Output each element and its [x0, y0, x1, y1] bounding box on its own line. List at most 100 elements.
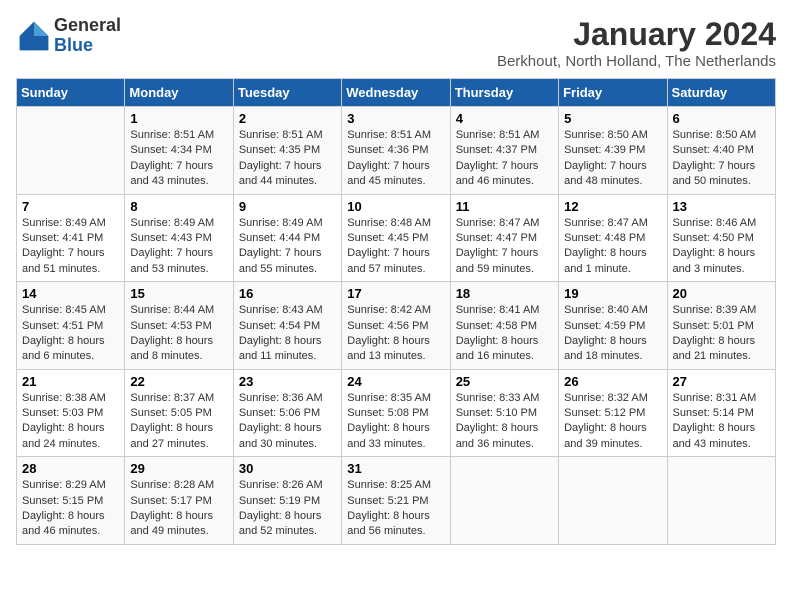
- day-number: 11: [456, 199, 553, 214]
- day-info: Sunrise: 8:49 AMSunset: 4:41 PMDaylight:…: [22, 216, 119, 278]
- calendar-cell: 27 Sunrise: 8:31 AMSunset: 5:14 PMDayligh…: [667, 369, 775, 457]
- logo-text: General Blue: [54, 16, 121, 56]
- day-number: 28: [22, 461, 119, 476]
- day-info: Sunrise: 8:32 AMSunset: 5:12 PMDaylight:…: [564, 391, 661, 453]
- day-info: Sunrise: 8:36 AMSunset: 5:06 PMDaylight:…: [239, 391, 336, 453]
- calendar-cell: 16 Sunrise: 8:43 AMSunset: 4:54 PMDayligh…: [233, 282, 341, 370]
- day-info: Sunrise: 8:25 AMSunset: 5:21 PMDaylight:…: [347, 478, 444, 540]
- calendar-cell: 9 Sunrise: 8:49 AMSunset: 4:44 PMDaylight…: [233, 194, 341, 282]
- day-number: 13: [673, 199, 770, 214]
- day-number: 31: [347, 461, 444, 476]
- day-number: 2: [239, 111, 336, 126]
- day-info: Sunrise: 8:41 AMSunset: 4:58 PMDaylight:…: [456, 303, 553, 365]
- calendar-cell: 11Sunrise: 8:47 AMSunset: 4:47 PMDayligh…: [450, 194, 558, 282]
- title-block: January 2024 Berkhout, North Holland, Th…: [497, 16, 776, 70]
- logo-blue: Blue: [54, 36, 121, 56]
- weekday-header: Wednesday: [342, 79, 450, 107]
- calendar-cell: 15 Sunrise: 8:44 AMSunset: 4:53 PMDayligh…: [125, 282, 233, 370]
- calendar-cell: 29 Sunrise: 8:28 AMSunset: 5:17 PMDayligh…: [125, 457, 233, 545]
- day-number: 8: [130, 199, 227, 214]
- day-info: Sunrise: 8:38 AMSunset: 5:03 PMDaylight:…: [22, 391, 119, 453]
- calendar-cell: 5Sunrise: 8:50 AMSunset: 4:39 PMDaylight…: [559, 107, 667, 195]
- page-header: General Blue January 2024 Berkhout, Nort…: [16, 16, 776, 70]
- calendar-cell: 30Sunrise: 8:26 AMSunset: 5:19 PMDayligh…: [233, 457, 341, 545]
- calendar-cell: [17, 107, 125, 195]
- day-info: Sunrise: 8:46 AMSunset: 4:50 PMDaylight:…: [673, 216, 770, 278]
- day-info: Sunrise: 8:49 AMSunset: 4:43 PMDaylight:…: [130, 216, 227, 278]
- logo: General Blue: [16, 16, 121, 56]
- day-number: 16: [239, 286, 336, 301]
- weekday-header: Tuesday: [233, 79, 341, 107]
- logo-general: General: [54, 16, 121, 36]
- calendar-cell: 1 Sunrise: 8:51 AMSunset: 4:34 PMDaylight…: [125, 107, 233, 195]
- day-info: Sunrise: 8:29 AMSunset: 5:15 PMDaylight:…: [22, 478, 119, 540]
- day-info: Sunrise: 8:44 AMSunset: 4:53 PMDaylight:…: [130, 303, 227, 365]
- calendar-cell: 6Sunrise: 8:50 AMSunset: 4:40 PMDaylight…: [667, 107, 775, 195]
- day-number: 6: [673, 111, 770, 126]
- day-info: Sunrise: 8:26 AMSunset: 5:19 PMDaylight:…: [239, 478, 336, 540]
- calendar-cell: 24Sunrise: 8:35 AMSunset: 5:08 PMDayligh…: [342, 369, 450, 457]
- calendar-week-row: 28 Sunrise: 8:29 AMSunset: 5:15 PMDayligh…: [17, 457, 776, 545]
- day-info: Sunrise: 8:51 AMSunset: 4:34 PMDaylight:…: [130, 128, 227, 190]
- calendar-cell: 14 Sunrise: 8:45 AMSunset: 4:51 PMDayligh…: [17, 282, 125, 370]
- calendar-table: SundayMondayTuesdayWednesdayThursdayFrid…: [16, 78, 776, 545]
- day-info: Sunrise: 8:51 AMSunset: 4:35 PMDaylight:…: [239, 128, 336, 190]
- day-number: 21: [22, 374, 119, 389]
- day-number: 9: [239, 199, 336, 214]
- calendar-cell: 10Sunrise: 8:48 AMSunset: 4:45 PMDayligh…: [342, 194, 450, 282]
- day-number: 12: [564, 199, 661, 214]
- calendar-header: SundayMondayTuesdayWednesdayThursdayFrid…: [17, 79, 776, 107]
- day-info: Sunrise: 8:28 AMSunset: 5:17 PMDaylight:…: [130, 478, 227, 540]
- calendar-cell: [450, 457, 558, 545]
- calendar-title: January 2024: [497, 16, 776, 53]
- day-info: Sunrise: 8:51 AMSunset: 4:36 PMDaylight:…: [347, 128, 444, 190]
- calendar-week-row: 21 Sunrise: 8:38 AMSunset: 5:03 PMDayligh…: [17, 369, 776, 457]
- calendar-cell: 31 Sunrise: 8:25 AMSunset: 5:21 PMDayligh…: [342, 457, 450, 545]
- calendar-cell: 18 Sunrise: 8:41 AMSunset: 4:58 PMDayligh…: [450, 282, 558, 370]
- day-info: Sunrise: 8:48 AMSunset: 4:45 PMDaylight:…: [347, 216, 444, 278]
- calendar-cell: [667, 457, 775, 545]
- day-number: 22: [130, 374, 227, 389]
- calendar-cell: 22 Sunrise: 8:37 AMSunset: 5:05 PMDayligh…: [125, 369, 233, 457]
- calendar-cell: 7Sunrise: 8:49 AMSunset: 4:41 PMDaylight…: [17, 194, 125, 282]
- calendar-cell: 12Sunrise: 8:47 AMSunset: 4:48 PMDayligh…: [559, 194, 667, 282]
- weekday-header: Friday: [559, 79, 667, 107]
- calendar-cell: [559, 457, 667, 545]
- day-info: Sunrise: 8:40 AMSunset: 4:59 PMDaylight:…: [564, 303, 661, 365]
- calendar-cell: 2 Sunrise: 8:51 AMSunset: 4:35 PMDaylight…: [233, 107, 341, 195]
- logo-icon: [16, 18, 52, 54]
- day-info: Sunrise: 8:31 AMSunset: 5:14 PMDaylight:…: [673, 391, 770, 453]
- calendar-week-row: 1 Sunrise: 8:51 AMSunset: 4:34 PMDaylight…: [17, 107, 776, 195]
- calendar-cell: 28 Sunrise: 8:29 AMSunset: 5:15 PMDayligh…: [17, 457, 125, 545]
- day-number: 3: [347, 111, 444, 126]
- day-number: 23: [239, 374, 336, 389]
- day-info: Sunrise: 8:49 AMSunset: 4:44 PMDaylight:…: [239, 216, 336, 278]
- day-number: 26: [564, 374, 661, 389]
- weekday-header: Thursday: [450, 79, 558, 107]
- day-number: 18: [456, 286, 553, 301]
- day-number: 27: [673, 374, 770, 389]
- calendar-cell: 3 Sunrise: 8:51 AMSunset: 4:36 PMDaylight…: [342, 107, 450, 195]
- weekday-header: Saturday: [667, 79, 775, 107]
- day-info: Sunrise: 8:45 AMSunset: 4:51 PMDaylight:…: [22, 303, 119, 365]
- weekday-header: Monday: [125, 79, 233, 107]
- day-info: Sunrise: 8:51 AMSunset: 4:37 PMDaylight:…: [456, 128, 553, 190]
- day-info: Sunrise: 8:39 AMSunset: 5:01 PMDaylight:…: [673, 303, 770, 365]
- day-number: 4: [456, 111, 553, 126]
- day-info: Sunrise: 8:37 AMSunset: 5:05 PMDaylight:…: [130, 391, 227, 453]
- day-number: 24: [347, 374, 444, 389]
- day-number: 15: [130, 286, 227, 301]
- calendar-cell: 25Sunrise: 8:33 AMSunset: 5:10 PMDayligh…: [450, 369, 558, 457]
- day-info: Sunrise: 8:43 AMSunset: 4:54 PMDaylight:…: [239, 303, 336, 365]
- day-number: 1: [130, 111, 227, 126]
- day-info: Sunrise: 8:50 AMSunset: 4:39 PMDaylight:…: [564, 128, 661, 190]
- weekday-header: Sunday: [17, 79, 125, 107]
- day-number: 19: [564, 286, 661, 301]
- day-number: 25: [456, 374, 553, 389]
- calendar-cell: 26 Sunrise: 8:32 AMSunset: 5:12 PMDayligh…: [559, 369, 667, 457]
- header-row: SundayMondayTuesdayWednesdayThursdayFrid…: [17, 79, 776, 107]
- day-number: 14: [22, 286, 119, 301]
- day-number: 29: [130, 461, 227, 476]
- day-info: Sunrise: 8:42 AMSunset: 4:56 PMDaylight:…: [347, 303, 444, 365]
- day-number: 17: [347, 286, 444, 301]
